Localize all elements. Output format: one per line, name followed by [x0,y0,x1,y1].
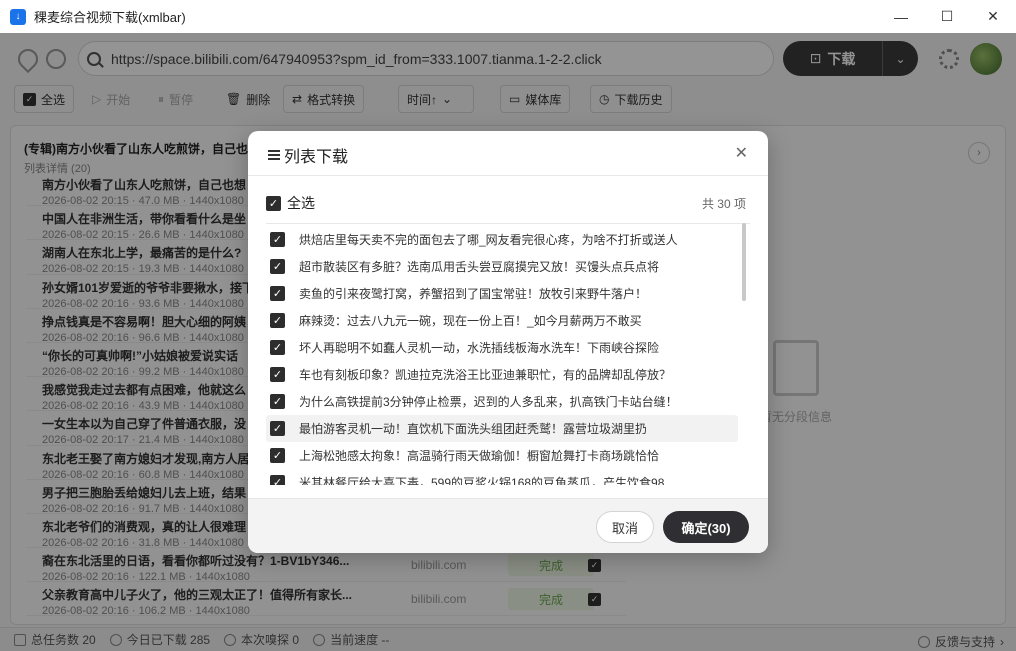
checkbox-icon[interactable]: ✓ [270,286,285,301]
app-icon: ↓ [10,8,26,25]
list-item[interactable]: ✓ 麻辣烫：过去八九元一碗，现在一份上百！_如今月薪两万不敢买 [266,307,738,334]
list-item-label: 卖鱼的引来夜鹭打窝，养蟹招到了国宝常驻！放牧引来野牛落户！ [299,287,648,301]
dialog-list[interactable]: ✓ 烘焙店里每天卖不完的面包去了哪_网友看完很心疼，为啥不打折或送人 ✓ 超市散装区有… [266,223,750,485]
list-item-label: 超市散装区有多脏？选南瓜用舌头尝豆腐摸完又放！买馒头点兵点将 [299,260,660,274]
list-item[interactable]: ✓ 卖鱼的引来夜鹭打窝，养蟹招到了国宝常驻！放牧引来野牛落户！ [266,280,738,307]
close-icon[interactable]: ✕ [735,146,748,162]
list-download-dialog: 列表下载 ✕ ✓ 全选 共 30 项 ✓ 烘焙店里每天卖不完的面包去了哪_网友看完很… [248,131,768,553]
checkbox-icon[interactable]: ✓ [270,367,285,382]
minimize-button[interactable]: — [878,0,924,33]
dialog-header: 列表下载 ✕ [248,131,768,176]
list-item[interactable]: ✓ 米其林餐厅给大喜下毒，599的豆浆火锅168的豆鱼蒸瓜，产生饮食98 [266,469,738,485]
scrollbar[interactable] [742,223,746,301]
checkbox-icon[interactable]: ✓ [270,448,285,463]
confirm-button[interactable]: 确定(30) [663,511,749,543]
dialog-footer: 取消 确定(30) [248,498,768,553]
window-title: 稞麦综合视频下载(xmlbar) [34,10,186,25]
dialog-select-all[interactable]: ✓ 全选 [266,193,315,213]
checkbox-icon[interactable]: ✓ [270,475,285,485]
checkbox-icon[interactable]: ✓ [270,421,285,436]
list-item[interactable]: ✓ 车也有刻板印象？凯迪拉克洗浴王比亚迪兼职忙，有的品牌却乱停放？ [266,361,738,388]
list-item-label: 最怕游客灵机一动！直饮机下面洗头组团赶秃鹫！露营垃圾湖里扔 [299,422,648,436]
item-count: 共 30 项 [701,197,746,211]
checkbox-icon[interactable]: ✓ [270,313,285,328]
list-item[interactable]: ✓ 超市散装区有多脏？选南瓜用舌头尝豆腐摸完又放！买馒头点兵点将 [266,253,738,280]
list-item[interactable]: ✓ 坏人再聪明不如蠢人灵机一动，水洗插线板海水洗车！下雨峡谷探险 [266,334,738,361]
list-item-label: 坏人再聪明不如蠢人灵机一动，水洗插线板海水洗车！下雨峡谷探险 [299,341,660,355]
checkbox-icon[interactable]: ✓ [270,340,285,355]
checkbox-icon[interactable]: ✓ [270,232,285,247]
close-window-button[interactable]: ✕ [970,0,1016,33]
checkbox-icon[interactable]: ✓ [270,259,285,274]
menu-icon [268,150,280,160]
title-bar: ↓ 稞麦综合视频下载(xmlbar) — ☐ ✕ [0,0,1016,33]
list-item-label: 麻辣烫：过去八九元一碗，现在一份上百！_如今月薪两万不敢买 [299,314,642,328]
checkbox-icon[interactable]: ✓ [270,394,285,409]
list-item-label: 为什么高铁提前3分钟停止检票，迟到的人多乱来，扒高铁门卡站台缝！ [299,395,678,409]
list-item-label: 烘焙店里每天卖不完的面包去了哪_网友看完很心疼，为啥不打折或送人 [299,233,678,247]
list-item-label: 上海松弛感太拘象！高温骑行雨天做瑜伽！橱窗尬舞打卡商场跳恰恰 [299,449,660,463]
list-item[interactable]: ✓ 最怕游客灵机一动！直饮机下面洗头组团赶秃鹫！露营垃圾湖里扔 [266,415,738,442]
list-item-label: 米其林餐厅给大喜下毒，599的豆浆火锅168的豆鱼蒸瓜，产生饮食98 [299,476,665,485]
list-item-label: 车也有刻板印象？凯迪拉克洗浴王比亚迪兼职忙，有的品牌却乱停放？ [299,368,672,382]
cancel-button[interactable]: 取消 [596,511,654,543]
dialog-title: 列表下载 [268,143,348,167]
list-item[interactable]: ✓ 烘焙店里每天卖不完的面包去了哪_网友看完很心疼，为啥不打折或送人 [266,226,738,253]
list-item[interactable]: ✓ 为什么高铁提前3分钟停止检票，迟到的人多乱来，扒高铁门卡站台缝！ [266,388,738,415]
checkbox-icon[interactable]: ✓ [266,195,281,211]
maximize-button[interactable]: ☐ [924,0,970,33]
list-item[interactable]: ✓ 上海松弛感太拘象！高温骑行雨天做瑜伽！橱窗尬舞打卡商场跳恰恰 [266,442,738,469]
